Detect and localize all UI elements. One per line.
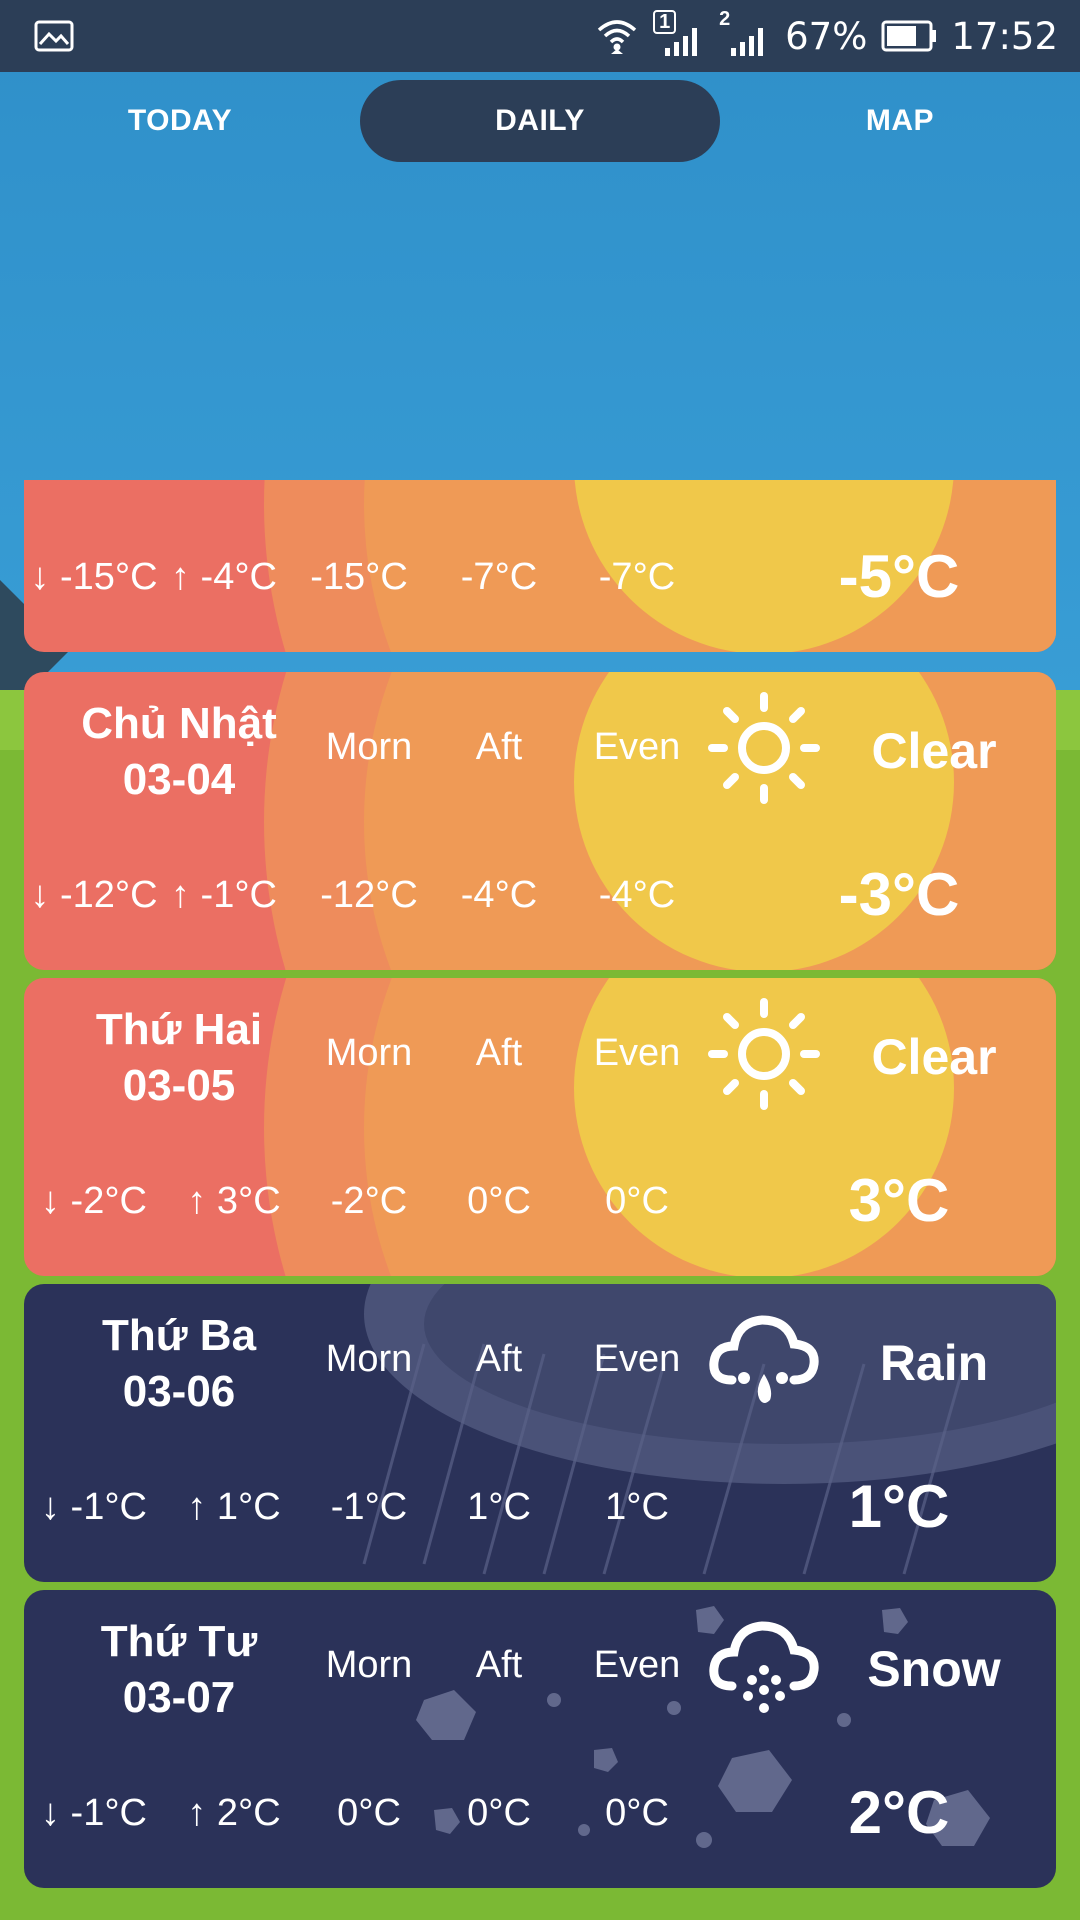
low-temp: ↓ -12°C (30, 874, 158, 916)
forecast-card[interactable]: 03-03 ↓ -15°C ↑ -4°C -15°C -7°C -7°C -5°… (24, 480, 1056, 652)
morn-label: Morn (325, 1644, 413, 1686)
even-temp: 0°C (605, 1792, 669, 1834)
tab-today[interactable]: TODAY (0, 80, 360, 162)
battery-percent: 67% (785, 14, 868, 58)
current-temp: -5°C (838, 543, 960, 610)
morn-label: Morn (325, 1338, 413, 1380)
date: 03-05 (122, 1061, 236, 1110)
tab-daily[interactable]: DAILY (360, 80, 720, 162)
signal-sim2-icon: 2 (719, 8, 771, 58)
high-temp: ↑ 1°C (187, 1486, 281, 1528)
date: 03-07 (122, 1673, 236, 1722)
date: 03-06 (122, 1367, 236, 1416)
aft-label: Aft (475, 1032, 523, 1074)
aft-temp: -4°C (460, 874, 538, 916)
even-temp: 0°C (605, 1180, 669, 1222)
high-temp: ↑ 3°C (187, 1180, 281, 1222)
even-temp: -7°C (598, 556, 676, 598)
low-temp: ↓ -1°C (41, 1792, 147, 1834)
morn-temp: -12°C (320, 874, 418, 916)
condition: Clear (871, 723, 997, 779)
current-temp: 2°C (848, 1779, 950, 1846)
high-temp: ↑ -1°C (171, 874, 277, 916)
current-temp: 1°C (848, 1473, 950, 1540)
even-temp: -4°C (598, 874, 676, 916)
date: 03-04 (122, 755, 236, 804)
status-bar: 1 2 67% 17:52 (0, 0, 1080, 72)
low-temp: ↓ -15°C (30, 556, 158, 598)
morn-label: Morn (325, 726, 413, 768)
even-label: Even (593, 1338, 681, 1380)
current-temp: -3°C (838, 861, 960, 928)
day-name: Chủ Nhật 03-04 (81, 699, 277, 804)
morn-temp: -15°C (310, 556, 408, 598)
aft-label: Aft (475, 726, 523, 768)
aft-label: Aft (475, 1338, 523, 1380)
even-label: Even (593, 1032, 681, 1074)
sun-icon (708, 998, 820, 1110)
forecast-card[interactable]: Chủ Nhật 03-04 Morn Aft Even Clear ↓ -12°… (24, 672, 1056, 970)
condition: Rain (879, 1335, 989, 1391)
tab-bar: TODAY DAILY MAP (0, 72, 1080, 164)
even-label: Even (593, 1644, 681, 1686)
condition: Snow (867, 1641, 1001, 1697)
even-temp: 1°C (605, 1486, 669, 1528)
wifi-icon (597, 20, 637, 54)
aft-temp: 0°C (467, 1180, 531, 1222)
condition: Clear (871, 1029, 997, 1085)
high-temp: ↑ 2°C (187, 1792, 281, 1834)
aft-temp: 1°C (467, 1486, 531, 1528)
battery-icon (881, 20, 937, 52)
morn-temp: 0°C (337, 1792, 401, 1834)
rain-cloud-icon (709, 1315, 819, 1403)
morn-temp: -2°C (330, 1180, 408, 1222)
tab-map[interactable]: MAP (720, 80, 1080, 162)
snow-cloud-icon (709, 1621, 819, 1713)
low-temp: ↓ -1°C (41, 1486, 147, 1528)
forecast-card[interactable]: Thứ Ba 03-06 Morn Aft Even Rain ↓ -1°C ↑ … (24, 1284, 1056, 1582)
current-temp: 3°C (848, 1167, 950, 1234)
high-temp: ↑ -4°C (171, 556, 277, 598)
clock: 17:52 (951, 14, 1058, 58)
even-label: Even (593, 726, 681, 768)
aft-label: Aft (475, 1644, 523, 1686)
date: 03-03 (123, 480, 236, 486)
morn-label: Morn (325, 1032, 413, 1074)
forecast-list[interactable]: 03-03 ↓ -15°C ↑ -4°C -15°C -7°C -7°C -5°… (24, 480, 1056, 1920)
day-name: Thứ Ba 03-06 (101, 1311, 257, 1416)
gallery-icon (34, 20, 74, 52)
forecast-card[interactable]: Thứ Tư 03-07 Morn Aft Even Snow ↓ -1°C ↑ … (24, 1590, 1056, 1888)
low-temp: ↓ -2°C (41, 1180, 147, 1222)
day-name: 03-03 (44, 480, 314, 490)
signal-sim1-icon: 1 (653, 10, 705, 58)
aft-temp: -7°C (460, 556, 538, 598)
aft-temp: 0°C (467, 1792, 531, 1834)
day-name: Thứ Hai 03-05 (95, 1005, 263, 1110)
forecast-card[interactable]: Thứ Hai 03-05 Morn Aft Even Clear ↓ -2°C … (24, 978, 1056, 1276)
sun-icon (708, 692, 820, 804)
morn-temp: -1°C (330, 1486, 408, 1528)
day-name: Thứ Tư 03-07 (100, 1617, 258, 1722)
